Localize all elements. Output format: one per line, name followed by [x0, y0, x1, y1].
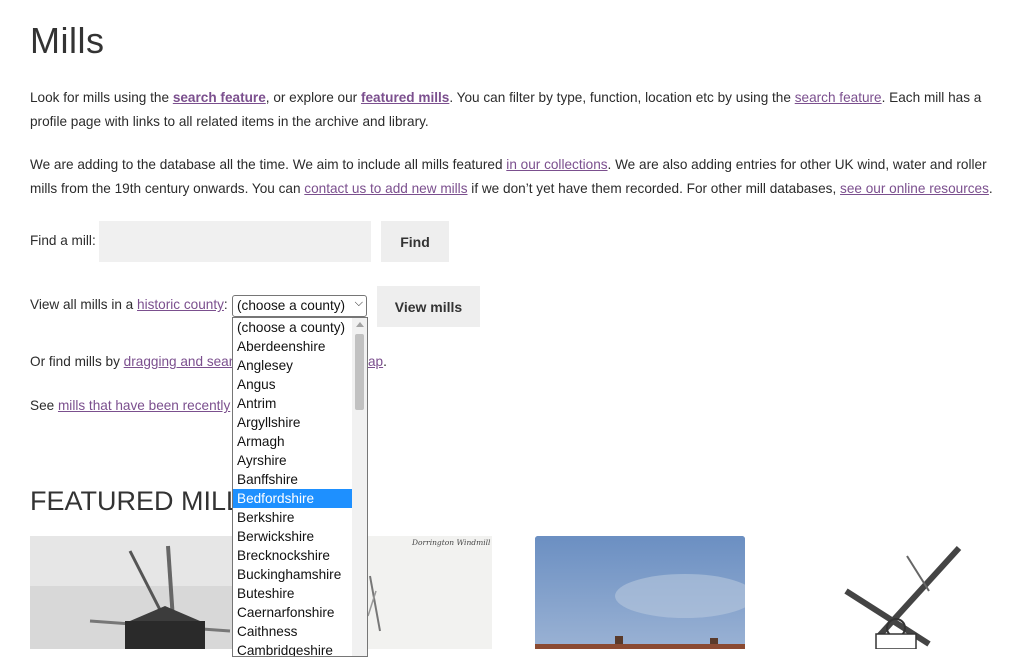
county-options: (choose a county) Aberdeenshire Anglesey An… — [233, 318, 352, 656]
featured-mill-image-1[interactable] — [30, 536, 265, 649]
windmill-photo-1 — [30, 536, 265, 649]
search-feature-link[interactable]: search feature — [173, 90, 266, 105]
county-option[interactable]: Antrim — [233, 394, 352, 413]
contact-link[interactable]: contact us to add new mills — [304, 181, 467, 196]
featured-mills-title: FEATURED MILLS — [30, 486, 260, 516]
drawing-caption: Dorrington Windmill — [412, 538, 491, 547]
county-option[interactable]: Bedfordshire — [233, 489, 352, 508]
county-option[interactable]: (choose a county) — [233, 318, 352, 337]
county-select-value: (choose a county) — [237, 298, 346, 313]
county-option[interactable]: Ayrshire — [233, 451, 352, 470]
collections-link[interactable]: in our collections — [506, 157, 607, 172]
windmill-drawing-2 — [368, 536, 492, 649]
county-option[interactable]: Brecknockshire — [233, 546, 352, 565]
chevron-down-icon: ⌵ — [354, 297, 363, 309]
dropdown-scrollbar[interactable] — [352, 318, 367, 656]
county-option[interactable]: Berwickshire — [233, 527, 352, 546]
featured-mill-image-3[interactable] — [535, 536, 745, 649]
county-label: View all mills in a historic county: — [30, 297, 228, 312]
county-option[interactable]: Berkshire — [233, 508, 352, 527]
county-option[interactable]: Caithness — [233, 622, 352, 641]
map-link-tail[interactable]: ap — [368, 354, 383, 369]
county-option[interactable]: Caernarfonshire — [233, 603, 352, 622]
featured-mill-image-4[interactable] — [784, 536, 994, 649]
historic-county-link[interactable]: historic county — [137, 297, 224, 312]
map-line-tail: ap. — [368, 354, 387, 369]
windmill-drawing-4 — [784, 536, 994, 649]
county-option[interactable]: Angus — [233, 375, 352, 394]
database-paragraph: We are adding to the database all the ti… — [30, 157, 993, 196]
county-dropdown-list[interactable]: (choose a county) Aberdeenshire Anglesey An… — [232, 317, 368, 657]
find-mill-input[interactable] — [99, 221, 371, 262]
find-mill-label: Find a mill: — [30, 233, 96, 248]
county-select[interactable]: (choose a county) ⌵ — [232, 295, 367, 317]
view-mills-button[interactable]: View mills — [377, 286, 480, 327]
county-option[interactable]: Aberdeenshire — [233, 337, 352, 356]
recent-line: See mills that have been recently — [30, 398, 231, 413]
featured-mill-image-2[interactable]: Dorrington Windmill — [368, 536, 492, 649]
search-feature-link-2[interactable]: search feature — [795, 90, 882, 105]
scroll-up-arrow-icon[interactable] — [356, 322, 364, 327]
map-link[interactable]: dragging and sear — [124, 354, 234, 369]
county-option[interactable]: Banffshire — [233, 470, 352, 489]
featured-mills-link[interactable]: featured mills — [361, 90, 449, 105]
windmill-photo-3 — [535, 536, 745, 649]
online-resources-link[interactable]: see our online resources — [840, 181, 989, 196]
scrollbar-thumb[interactable] — [355, 334, 364, 410]
find-button[interactable]: Find — [381, 221, 449, 262]
recent-mills-link[interactable]: mills that have been recently — [58, 398, 230, 413]
county-option[interactable]: Buckinghamshire — [233, 565, 352, 584]
county-option[interactable]: Armagh — [233, 432, 352, 451]
intro-paragraph: Look for mills using the search feature,… — [30, 90, 982, 129]
county-option[interactable]: Buteshire — [233, 584, 352, 603]
county-option[interactable]: Argyllshire — [233, 413, 352, 432]
county-option[interactable]: Cambridgeshire — [233, 641, 352, 656]
map-line: Or find mills by dragging and sear — [30, 354, 234, 369]
county-option[interactable]: Anglesey — [233, 356, 352, 375]
page-title: Mills — [30, 20, 105, 61]
